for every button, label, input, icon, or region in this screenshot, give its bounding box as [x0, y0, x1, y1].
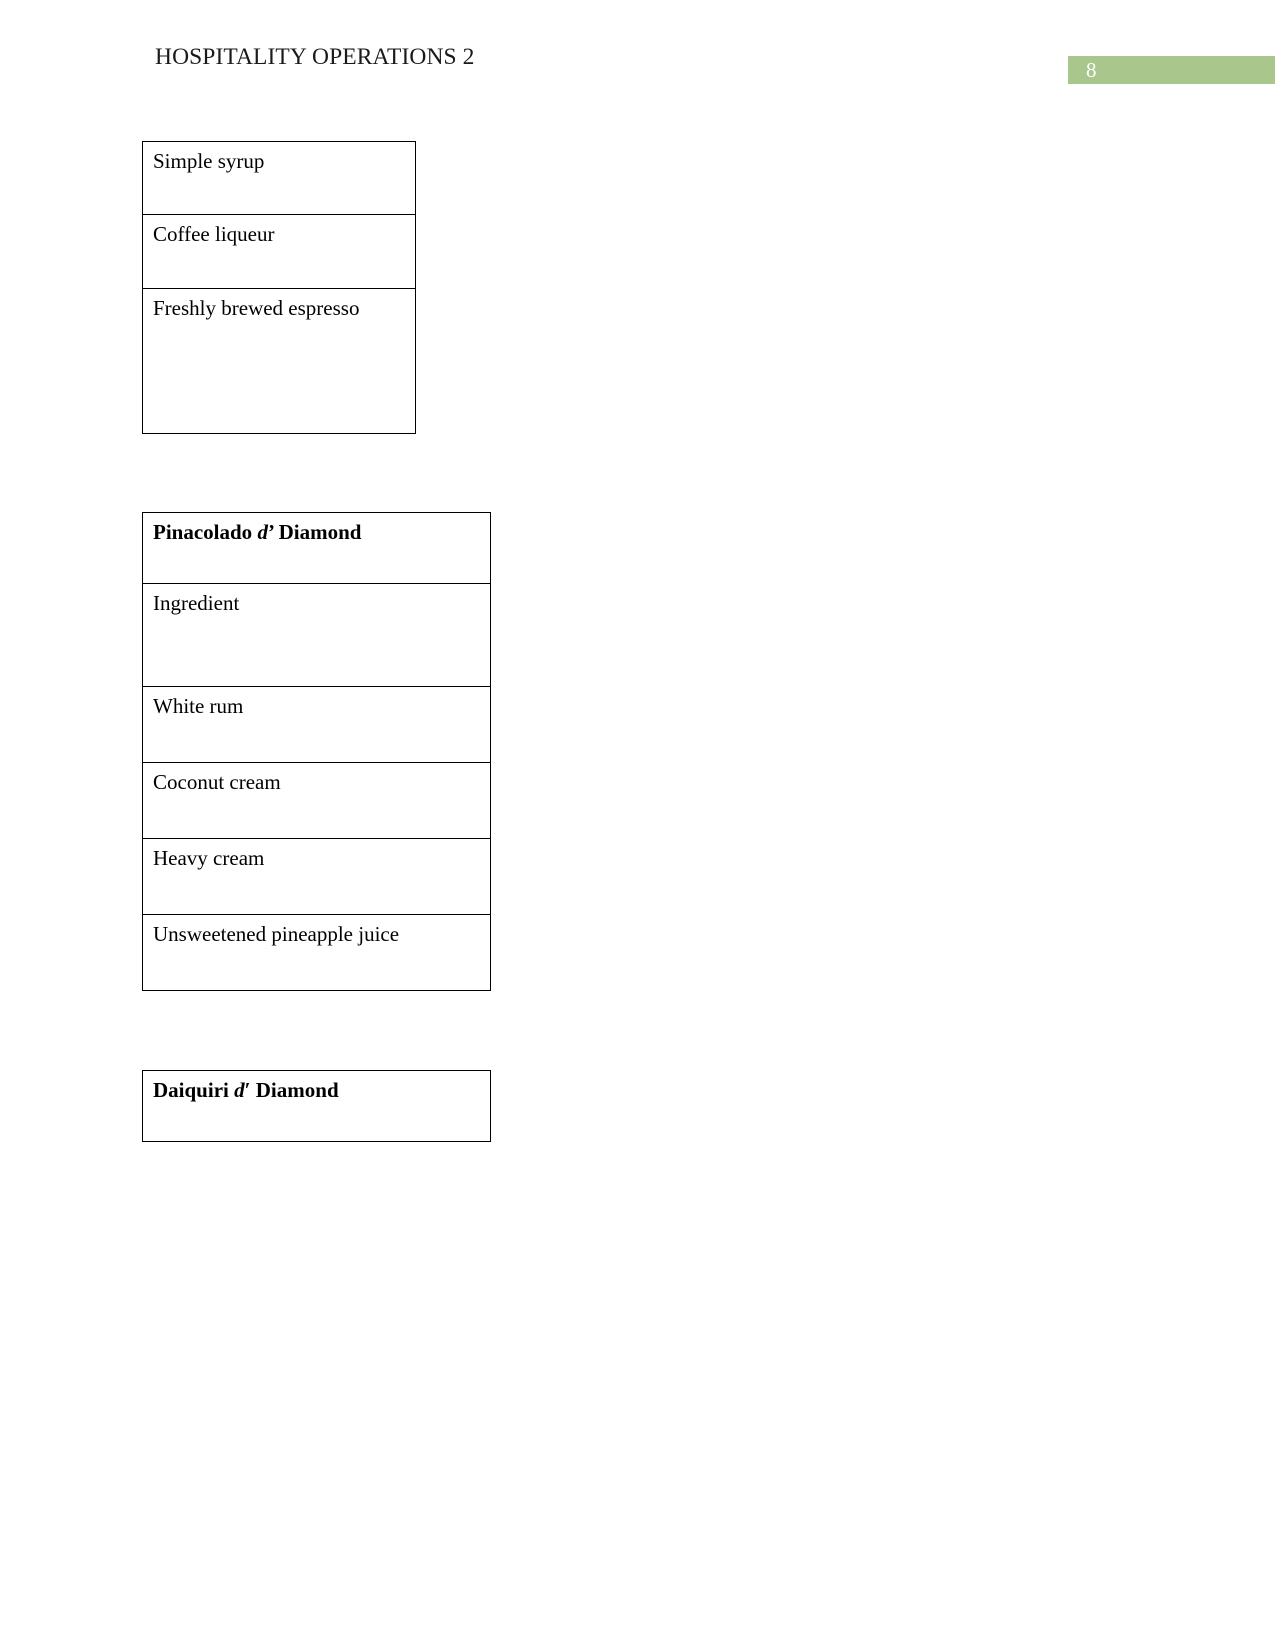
ingredient-cell-unsweetened-pineapple-juice: Unsweetened pineapple juice: [142, 914, 491, 991]
ingredients-continuation-table: Simple syrup Coffee liqueur Freshly brew…: [142, 141, 416, 434]
pinacolado-recipe-table: Pinacolado d’ Diamond Ingredient White r…: [142, 512, 491, 991]
page-title: HOSPITALITY OPERATIONS 2: [155, 44, 475, 70]
recipe-title-pinacolado: Pinacolado d’ Diamond: [142, 512, 491, 584]
table-row: Pinacolado d’ Diamond: [142, 512, 491, 584]
ingredient-cell-simple-syrup: Simple syrup: [142, 141, 416, 215]
page-header: HOSPITALITY OPERATIONS 2 8: [0, 42, 1275, 88]
ingredient-cell-coffee-liqueur: Coffee liqueur: [142, 214, 416, 289]
recipe-title-suffix: ′ Diamond: [244, 1078, 339, 1102]
table-row: Simple syrup: [142, 141, 416, 215]
recipe-title-italic-d: d: [257, 520, 268, 544]
table-row: Ingredient: [142, 583, 491, 687]
table-row: White rum: [142, 686, 491, 763]
table-row: Unsweetened pineapple juice: [142, 914, 491, 991]
table-row: Coconut cream: [142, 762, 491, 839]
page-number-badge: 8: [1068, 56, 1275, 84]
table-row: Coffee liqueur: [142, 214, 416, 289]
recipe-title-suffix: ’ Diamond: [267, 520, 362, 544]
ingredient-cell-coconut-cream: Coconut cream: [142, 762, 491, 839]
page-number-text: 8: [1086, 58, 1097, 82]
recipe-title-prefix: Daiquiri: [153, 1078, 235, 1102]
recipe-title-italic-d: d: [234, 1078, 245, 1102]
column-header-ingredient: Ingredient: [142, 583, 491, 687]
table-row: Heavy cream: [142, 838, 491, 915]
table-row: Daiquiri d′ Diamond: [142, 1070, 491, 1142]
ingredient-cell-white-rum: White rum: [142, 686, 491, 763]
ingredient-cell-freshly-brewed-espresso: Freshly brewed espresso: [142, 288, 416, 434]
ingredient-cell-heavy-cream: Heavy cream: [142, 838, 491, 915]
recipe-title-prefix: Pinacolado: [153, 520, 258, 544]
table-row: Freshly brewed espresso: [142, 288, 416, 434]
recipe-title-daiquiri: Daiquiri d′ Diamond: [142, 1070, 491, 1142]
daiquiri-recipe-table: Daiquiri d′ Diamond: [142, 1070, 491, 1142]
